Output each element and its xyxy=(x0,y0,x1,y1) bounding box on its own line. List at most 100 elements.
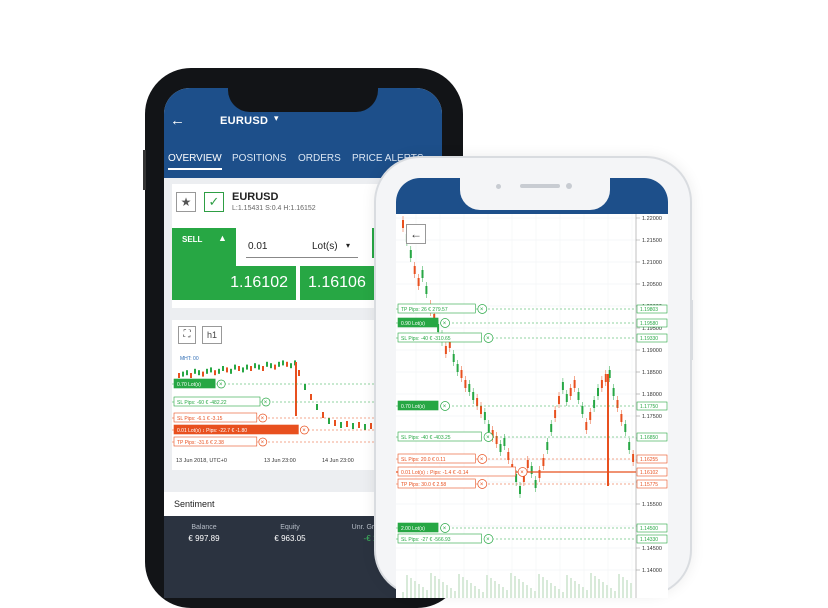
price-tick: 1.14000 xyxy=(642,568,662,574)
phone-screen-chart: ← 1.220001.215001.210001.205001.200001.1… xyxy=(396,178,668,598)
volume-bar xyxy=(506,590,508,598)
instrument-symbol: EURUSD xyxy=(232,191,279,203)
camera-icon xyxy=(566,183,572,189)
price-marker-label: 1.14500 xyxy=(640,526,658,532)
order-label: 0.70 Lot(s) xyxy=(401,404,425,410)
caret-down-icon[interactable]: ▾ xyxy=(346,241,350,250)
unit-select[interactable]: Lot(s) xyxy=(312,241,338,252)
close-x: × xyxy=(486,435,490,441)
tab-orders[interactable]: ORDERS xyxy=(298,153,341,164)
price-tick: 1.22000 xyxy=(642,216,662,222)
candle xyxy=(282,360,284,366)
volume-bar xyxy=(470,583,472,598)
volume-bar xyxy=(442,582,444,598)
volume-bar xyxy=(454,591,456,598)
candle xyxy=(218,368,220,374)
phone-side-button xyxy=(690,300,693,360)
volume-bar xyxy=(446,585,448,598)
volume-bar xyxy=(554,586,556,598)
price-marker-label: 1.15775 xyxy=(640,482,658,488)
price-tick: 1.19000 xyxy=(642,348,662,354)
mini-chart-canvas: MHT: 00 0.70 Lot(s) × SL Pips: -60 € -482.2… xyxy=(172,356,382,464)
price-tick: 1.17500 xyxy=(642,414,662,420)
close-x: × xyxy=(520,470,524,476)
candle xyxy=(206,368,208,374)
balance-value: € 997.89 xyxy=(188,534,220,543)
candle xyxy=(190,373,192,378)
x-label: 13 Jun 23:00 xyxy=(264,458,296,464)
candle xyxy=(328,418,330,424)
volume-bar xyxy=(450,588,452,598)
candle xyxy=(286,361,288,367)
candle xyxy=(266,361,268,367)
volume-bar xyxy=(626,580,628,598)
candle xyxy=(370,423,372,429)
sensor-dot xyxy=(496,184,501,189)
volume-bar xyxy=(546,580,548,598)
candle xyxy=(238,366,240,371)
order-label: 0.01 Lot(s) ↕ Pips: -22.7 € -1.80 xyxy=(177,428,247,434)
candle xyxy=(214,370,216,376)
check-icon[interactable]: ✓ xyxy=(204,192,224,212)
candle xyxy=(186,370,188,376)
volume-bar xyxy=(402,592,404,598)
close-x: × xyxy=(486,537,490,543)
price-marker-label: 1.17750 xyxy=(640,404,658,410)
volume-bar xyxy=(550,583,552,598)
candle xyxy=(310,394,312,400)
volume-bar xyxy=(522,582,524,598)
volume-bar xyxy=(558,589,560,598)
volume-bar xyxy=(606,585,608,598)
candle xyxy=(178,373,180,378)
volume-bar xyxy=(542,577,544,598)
sell-price[interactable]: 1.16102 xyxy=(172,266,296,300)
arrow-left-icon[interactable]: ← xyxy=(406,224,426,244)
order-label: 2.00 Lot(s) xyxy=(401,526,425,532)
equity-value: € 963.05 xyxy=(274,534,306,543)
volume-bar xyxy=(582,587,584,598)
candle xyxy=(274,364,276,370)
tab-positions[interactable]: POSITIONS xyxy=(232,153,286,164)
candle xyxy=(246,364,248,370)
full-price-chart: 1.220001.215001.210001.205001.200001.195… xyxy=(396,214,668,598)
volume-bar xyxy=(618,574,620,598)
candle xyxy=(270,363,272,369)
close-x: × xyxy=(261,416,265,422)
close-x: × xyxy=(443,321,447,327)
volume-bar xyxy=(586,590,588,598)
candle xyxy=(298,370,300,376)
candle xyxy=(262,366,264,371)
star-icon[interactable]: ★ xyxy=(176,192,196,212)
candle xyxy=(182,371,184,377)
volume-bar xyxy=(602,582,604,598)
order-label: SL Pips: -40 € -310.65 xyxy=(401,336,451,342)
quantity-input[interactable]: 0.01 Lot(s) ▾ xyxy=(246,236,358,258)
candle xyxy=(242,367,244,373)
order-label: SL Pips: -40 € -403.25 xyxy=(401,435,451,441)
candle xyxy=(340,422,342,428)
volume-bar xyxy=(534,591,536,598)
tab-overview[interactable]: OVERVIEW xyxy=(168,153,222,170)
volume-bar xyxy=(566,575,568,598)
candle xyxy=(254,363,256,369)
balance-cell: Balance € 997.89 xyxy=(164,524,244,543)
triangle-up-icon: ▲ xyxy=(218,233,227,243)
volume-bar xyxy=(574,581,576,598)
sell-label: SELL xyxy=(182,235,203,244)
volume-bar xyxy=(418,584,420,598)
arrow-left-icon[interactable]: ← xyxy=(170,112,185,129)
volume-bar xyxy=(614,591,616,598)
caret-down-icon[interactable]: ▾ xyxy=(274,113,279,124)
close-x: × xyxy=(264,400,268,406)
price-tick: 1.14500 xyxy=(642,546,662,552)
price-marker-label: 1.19803 xyxy=(640,307,658,313)
close-x: × xyxy=(443,526,447,532)
price-tick: 1.18500 xyxy=(642,370,662,376)
volume-bar xyxy=(610,588,612,598)
order-label: SL Pips: -60 € -482.22 xyxy=(177,400,227,406)
phone-notch xyxy=(460,176,610,210)
candle xyxy=(202,371,204,377)
candle xyxy=(316,404,318,410)
close-x: × xyxy=(480,482,484,488)
symbol-title[interactable]: EURUSD xyxy=(220,115,268,127)
